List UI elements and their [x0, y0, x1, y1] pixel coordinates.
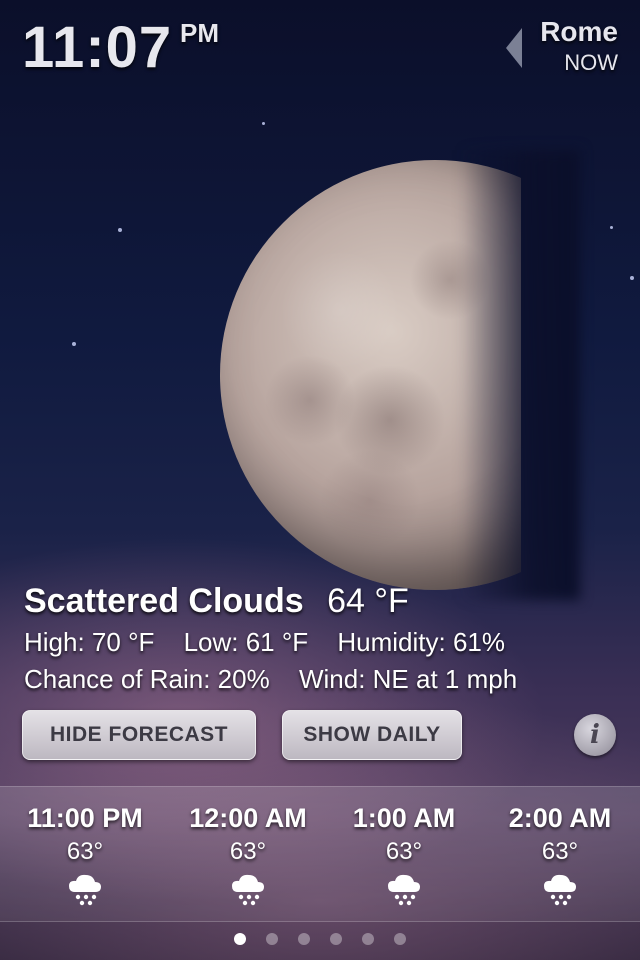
page-dot[interactable] — [362, 933, 374, 945]
detail-line-2: Chance of Rain: 20% Wind: NE at 1 mph — [24, 664, 624, 695]
page-dot[interactable] — [330, 933, 342, 945]
forecast-temp: 63° — [385, 838, 423, 865]
high-temp: High: 70 °F — [24, 627, 155, 657]
page-dot[interactable] — [394, 933, 406, 945]
hide-forecast-button[interactable]: HIDE FORECAST — [22, 710, 256, 760]
forecast-temp: 63° — [66, 838, 104, 865]
forecast-item: 11:00 PM 63° — [0, 787, 170, 921]
clock-ampm: PM — [180, 18, 219, 48]
humidity: Humidity: 61% — [337, 627, 506, 657]
forecast-temp: 63° — [229, 838, 267, 865]
current-temperature: 64 °F — [327, 582, 409, 620]
wind: Wind: NE at 1 mph — [298, 664, 518, 694]
info-icon[interactable]: i — [574, 714, 616, 756]
forecast-time: 12:00 AM — [189, 803, 307, 833]
city-name: Rome — [540, 16, 618, 47]
rain-chance: Chance of Rain: 20% — [24, 664, 270, 694]
page-indicator[interactable] — [0, 933, 640, 945]
weather-screen: 11:07 PM Rome NOW Scattered Clouds 64 °F… — [0, 0, 640, 960]
location-header: Rome NOW — [540, 16, 618, 76]
page-dot[interactable] — [298, 933, 310, 945]
hourly-forecast[interactable]: 11:00 PM 63° 12:00 AM 63° 1:00 AM 63° 2:… — [0, 786, 640, 922]
moon-shadow — [460, 150, 580, 600]
star — [118, 228, 122, 232]
forecast-item: 1:00 AM 63° — [326, 787, 482, 921]
forecast-time: 11:00 PM — [27, 803, 143, 833]
star — [72, 342, 76, 346]
star — [610, 226, 613, 229]
show-daily-button[interactable]: SHOW DAILY — [282, 710, 462, 760]
forecast-time: 1:00 AM — [352, 803, 456, 833]
period-label: NOW — [564, 50, 618, 75]
detail-line-1: High: 70 °F Low: 61 °F Humidity: 61% — [24, 627, 624, 658]
page-dot[interactable] — [234, 933, 246, 945]
condition-line: Scattered Clouds 64 °F — [24, 582, 624, 621]
previous-location-arrow-icon[interactable] — [506, 28, 522, 68]
page-dot[interactable] — [266, 933, 278, 945]
clock-time: 11:07 — [22, 15, 173, 80]
star — [262, 122, 265, 125]
forecast-item: 12:00 AM 63° — [170, 787, 326, 921]
snow-cloud-icon — [232, 874, 264, 906]
condition-text: Scattered Clouds — [24, 582, 304, 620]
forecast-item: 2:00 AM 63° — [482, 787, 638, 921]
snow-cloud-icon — [69, 874, 101, 906]
forecast-time: 2:00 AM — [508, 803, 612, 833]
low-temp: Low: 61 °F — [183, 627, 309, 657]
star — [630, 276, 634, 280]
snow-cloud-icon — [388, 874, 420, 906]
forecast-temp: 63° — [541, 838, 579, 865]
current-conditions: Scattered Clouds 64 °F High: 70 °F Low: … — [24, 582, 624, 695]
clock: 11:07 PM — [22, 14, 219, 81]
snow-cloud-icon — [544, 874, 576, 906]
